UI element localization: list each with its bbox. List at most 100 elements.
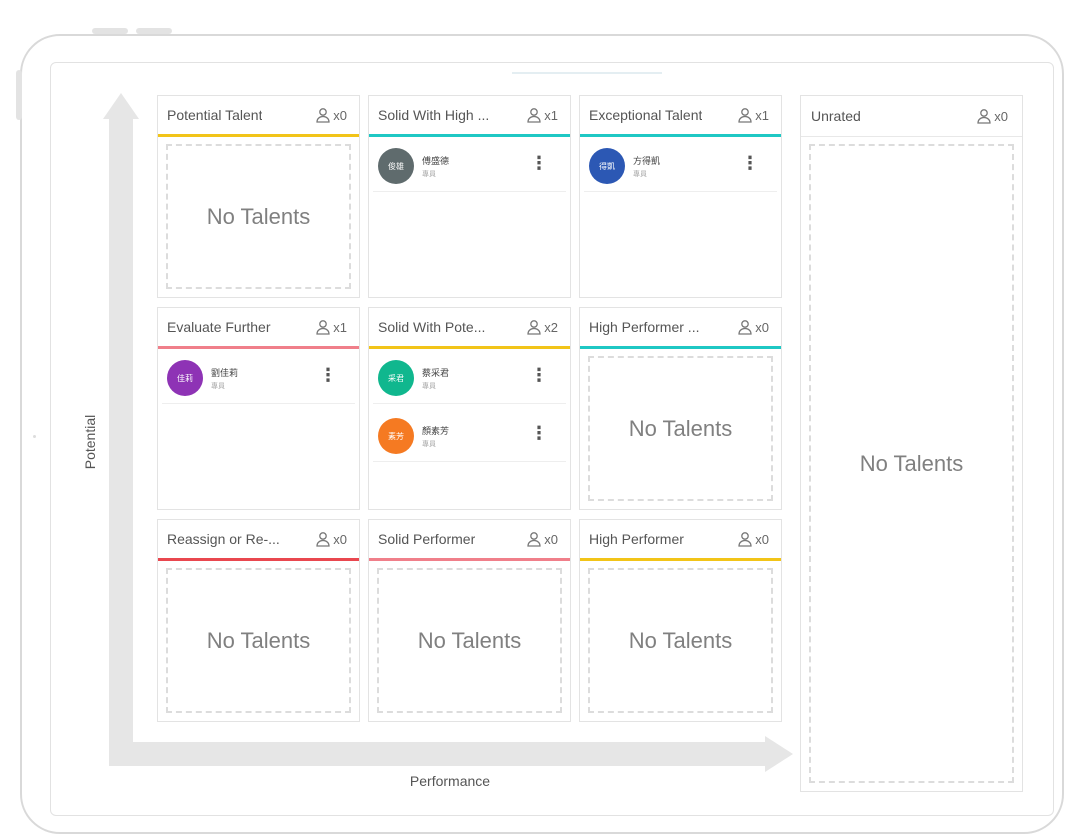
cell-count-value: x1 (333, 319, 347, 335)
talent-info: 劉佳莉 專員 (211, 366, 238, 391)
cell-count: x0 (315, 531, 347, 547)
kebab-menu-icon[interactable]: ⋮ (530, 154, 548, 172)
performance-axis-label: Performance (409, 773, 491, 789)
performance-axis-arrow (765, 736, 793, 772)
potential-axis-arrow (103, 93, 139, 119)
cell-title: Solid With High ... (378, 107, 490, 123)
cell-count: x0 (737, 319, 769, 335)
cell-count-value: x0 (544, 531, 558, 547)
talent-role: 專員 (422, 170, 436, 178)
cell-count-value: x0 (333, 531, 347, 547)
cell-count-value: x0 (755, 531, 769, 547)
talent-name: 傅盛德 (422, 155, 450, 166)
tablet-top-button (92, 28, 128, 34)
cell-header: Reassign or Re-... x0 (158, 520, 359, 561)
person-icon (738, 532, 752, 547)
talent-role: 專員 (633, 170, 647, 178)
tablet-side-button (16, 70, 22, 120)
empty-drop-zone[interactable]: No Talents (166, 568, 351, 713)
person-icon (316, 320, 330, 335)
talent-role: 專員 (422, 440, 436, 448)
cell-header: Exceptional Talent x1 (580, 96, 781, 137)
avatar: 俊雄 (378, 148, 414, 184)
cell-count: x0 (315, 107, 347, 123)
potential-axis (109, 116, 133, 756)
kebab-menu-icon[interactable]: ⋮ (741, 154, 759, 172)
nine-box-cell[interactable]: Evaluate Further x1 佳莉 劉佳莉 專員 ⋮ (157, 307, 360, 510)
unrated-count: x0 (976, 108, 1008, 124)
potential-axis-label: Potential (82, 414, 98, 470)
talent-card[interactable]: 俊雄 傅盛德專員 ⋮ (373, 141, 566, 192)
empty-drop-zone[interactable]: No Talents (809, 144, 1014, 783)
cell-header: High Performer ... x0 (580, 308, 781, 349)
screen-top-indicator (512, 72, 662, 74)
avatar: 得凱 (589, 148, 625, 184)
empty-drop-zone[interactable]: No Talents (588, 356, 773, 501)
empty-text: No Talents (417, 627, 522, 653)
talent-info: 顏素芳 專員 (422, 424, 449, 449)
talent-info: 蔡采君 專員 (422, 366, 449, 391)
cell-title: High Performer ... (589, 319, 700, 335)
cell-header: High Performer x0 (580, 520, 781, 561)
cell-title: Solid With Pote... (378, 319, 486, 335)
avatar: 采君 (378, 360, 414, 396)
cell-count-value: x0 (755, 319, 769, 335)
cell-title: Reassign or Re-... (167, 531, 280, 547)
unrated-title: Unrated (811, 108, 861, 124)
talent-card[interactable]: 采君 蔡采君專員 ⋮ (373, 353, 566, 404)
kebab-menu-icon[interactable]: ⋮ (319, 366, 337, 384)
nine-box-cell[interactable]: High Performer x0 No Talents (579, 519, 782, 722)
nine-box-cell[interactable]: Solid With High ... x1 俊雄 傅盛德專員 ⋮ (368, 95, 571, 298)
unrated-header: Unrated x0 (801, 96, 1022, 137)
person-icon (316, 532, 330, 547)
empty-drop-zone[interactable]: No Talents (377, 568, 562, 713)
unrated-column[interactable]: Unrated x0 No Talents (800, 95, 1023, 792)
cell-header: Solid With Pote... x2 (369, 308, 570, 349)
talent-card[interactable]: 得凱 方得凱專員 ⋮ (584, 141, 777, 192)
person-icon (738, 108, 752, 123)
talent-card[interactable]: 素芳 顏素芳專員 ⋮ (373, 411, 566, 462)
empty-drop-zone[interactable]: No Talents (166, 144, 351, 289)
empty-drop-zone[interactable]: No Talents (588, 568, 773, 713)
nine-box-cell[interactable]: High Performer ... x0 No Talents (579, 307, 782, 510)
empty-text: No Talents (206, 203, 311, 229)
kebab-menu-icon[interactable]: ⋮ (530, 366, 548, 384)
talent-role: 專員 (211, 382, 225, 390)
nine-box-cell[interactable]: Solid Performer x0 No Talents (368, 519, 571, 722)
talent-name: 蔡采君 (422, 367, 450, 378)
person-icon (738, 320, 752, 335)
performance-axis (109, 742, 767, 766)
nine-box-cell[interactable]: Reassign or Re-... x0 No Talents (157, 519, 360, 722)
cell-title: Solid Performer (378, 531, 476, 547)
cell-header: Solid With High ... x1 (369, 96, 570, 137)
tablet-sensor (33, 435, 36, 438)
person-icon (316, 108, 330, 123)
talent-info: 方得凱 專員 (633, 154, 660, 179)
nine-box-cell[interactable]: Exceptional Talent x1 得凱 方得凱專員 ⋮ (579, 95, 782, 298)
nine-box-cell[interactable]: Solid With Pote... x2 采君 蔡采君 專員 ⋮ 素芳 顏素芳 專員 ⋮ (368, 307, 571, 510)
empty-text: No Talents (628, 415, 733, 441)
talent-info: 傅盛德 專員 (422, 154, 449, 179)
person-icon (977, 109, 991, 124)
talent-name: 方得凱 (633, 155, 661, 166)
cell-title: Potential Talent (167, 107, 263, 123)
talent-card[interactable]: 佳莉 劉佳莉 專員 ⋮ (162, 353, 355, 404)
cell-count: x0 (526, 531, 558, 547)
cell-header: Evaluate Further x1 (158, 308, 359, 349)
cell-count: x1 (526, 107, 558, 123)
avatar: 素芳 (378, 418, 414, 454)
nine-box-cell[interactable]: Potential Talent x0 No Talents (157, 95, 360, 298)
person-icon (527, 320, 541, 335)
kebab-menu-icon[interactable]: ⋮ (530, 424, 548, 442)
empty-text: No Talents (859, 450, 964, 476)
person-icon (527, 532, 541, 547)
cell-title: Evaluate Further (167, 319, 271, 335)
cell-header: Potential Talent x0 (158, 96, 359, 137)
talent-role: 專員 (422, 382, 436, 390)
talent-name: 顏素芳 (422, 425, 450, 436)
empty-text: No Talents (628, 627, 733, 653)
cell-count-value: x2 (544, 319, 558, 335)
person-icon (527, 108, 541, 123)
empty-text: No Talents (206, 627, 311, 653)
cell-count: x1 (737, 107, 769, 123)
